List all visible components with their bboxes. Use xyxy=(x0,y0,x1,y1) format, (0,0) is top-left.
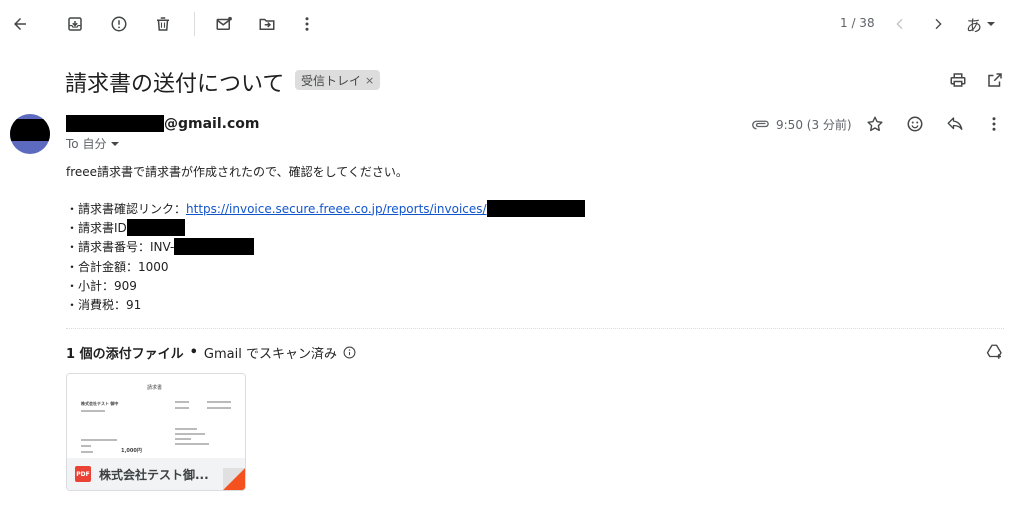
attachment-divider xyxy=(66,328,1004,329)
preview-line xyxy=(207,401,231,403)
sender-domain: @gmail.com xyxy=(164,115,260,132)
preview-line xyxy=(175,443,209,445)
newer-chevron-left-icon[interactable] xyxy=(888,12,912,36)
preview-line xyxy=(175,433,205,435)
preview-line xyxy=(175,407,189,409)
attachment-preview: 請求書 株式会社テスト 御中 1,000円 xyxy=(67,374,245,458)
label-text: 受信トレイ xyxy=(301,73,362,88)
body-subtotal: ・小計：909 xyxy=(66,279,137,293)
attachment-footer: PDF 株式会社テスト御... xyxy=(67,458,245,490)
preview-line xyxy=(81,410,105,412)
remove-label-button[interactable]: × xyxy=(365,74,374,87)
page-fold-corner-icon xyxy=(223,468,245,490)
link-redaction xyxy=(486,200,585,217)
link-prefix: ・請求書確認リンク： xyxy=(66,202,187,216)
preview-line xyxy=(81,439,117,441)
scan-status: Gmail でスキャン済み xyxy=(203,347,337,362)
sender-avatar[interactable] xyxy=(10,114,50,154)
invoice-number-label: ・請求書番号：INV- xyxy=(66,240,175,254)
preview-company: 株式会社テスト 御中 xyxy=(81,401,119,406)
print-icon[interactable] xyxy=(946,68,970,92)
pager-count: 1 / 38 xyxy=(840,16,875,30)
email-subject: 請求書の送付について xyxy=(65,72,285,97)
inbox-label-chip[interactable]: 受信トレイ × xyxy=(295,70,381,90)
input-tools-label: あ xyxy=(966,16,983,35)
dropdown-arrow-icon xyxy=(987,22,996,26)
recipient-label: To 自分 xyxy=(66,137,107,151)
preview-line xyxy=(207,407,231,409)
body-intro-text: freee請求書で請求書が作成されたので、確認をしてください。 xyxy=(66,165,408,179)
archive-icon[interactable] xyxy=(63,12,87,36)
star-icon[interactable] xyxy=(863,112,887,136)
preview-title: 請求書 xyxy=(147,385,163,391)
body-number-line: ・請求書番号：INV- xyxy=(66,238,255,255)
toolbar-divider xyxy=(194,12,195,36)
attachment-clip-icon xyxy=(752,120,769,129)
more-vert-icon[interactable] xyxy=(295,12,319,36)
invoice-id-label: ・請求書ID xyxy=(66,221,127,235)
input-tools-selector[interactable]: あ xyxy=(966,12,996,36)
delete-icon[interactable] xyxy=(151,12,175,36)
body-total: ・合計金額：1000 xyxy=(66,260,169,274)
invoice-id-redaction xyxy=(126,219,185,236)
body-intro: freee請求書で請求書が作成されたので、確認をしてください。 xyxy=(66,163,408,180)
message-time-area: 9:50 (3 分前) xyxy=(752,116,852,133)
back-arrow-icon[interactable] xyxy=(8,12,32,36)
preview-amount: 1,000円 xyxy=(121,448,142,454)
attachment-filename: 株式会社テスト御... xyxy=(99,467,209,482)
report-spam-icon[interactable] xyxy=(107,12,131,36)
info-icon[interactable] xyxy=(343,346,356,359)
attachment-card[interactable]: 請求書 株式会社テスト 御中 1,000円 PDF 株式会社テスト御... xyxy=(66,373,246,491)
invoice-link[interactable]: https://invoice.secure.freee.co.jp/repor… xyxy=(186,202,487,216)
message-time: 9:50 (3 分前) xyxy=(776,118,852,132)
body-link-line: ・請求書確認リンク： https://invoice.secure.freee.… xyxy=(66,200,585,217)
header-separator: • xyxy=(189,345,198,360)
emoji-reaction-icon[interactable] xyxy=(903,112,927,136)
dropdown-arrow-icon xyxy=(111,141,120,146)
invoice-number-redaction xyxy=(174,238,255,255)
sender-redaction xyxy=(66,115,164,132)
avatar-redaction xyxy=(10,119,50,141)
body-tax: ・消費税：91 xyxy=(66,298,142,312)
preview-line xyxy=(175,428,197,430)
open-in-new-window-icon[interactable] xyxy=(983,68,1007,92)
attachments-header: 1 個の添付ファイル • Gmail でスキャン済み xyxy=(66,343,356,362)
preview-line xyxy=(81,445,91,447)
add-to-drive-icon[interactable] xyxy=(983,340,1007,364)
preview-line xyxy=(175,401,189,403)
pdf-file-icon: PDF xyxy=(75,466,91,482)
attachment-count: 1 個の添付ファイル xyxy=(66,347,184,362)
preview-line xyxy=(175,438,191,440)
reply-icon[interactable] xyxy=(943,112,967,136)
body-id-line: ・請求書ID xyxy=(66,219,185,236)
older-chevron-right-icon[interactable] xyxy=(926,12,950,36)
more-options-icon[interactable] xyxy=(982,112,1006,136)
sender-address[interactable]: @gmail.com xyxy=(66,115,259,132)
move-to-icon[interactable] xyxy=(255,12,279,36)
recipient-details-toggle[interactable]: To 自分 xyxy=(66,135,120,152)
preview-line xyxy=(81,451,93,453)
mark-unread-icon[interactable] xyxy=(212,12,236,36)
